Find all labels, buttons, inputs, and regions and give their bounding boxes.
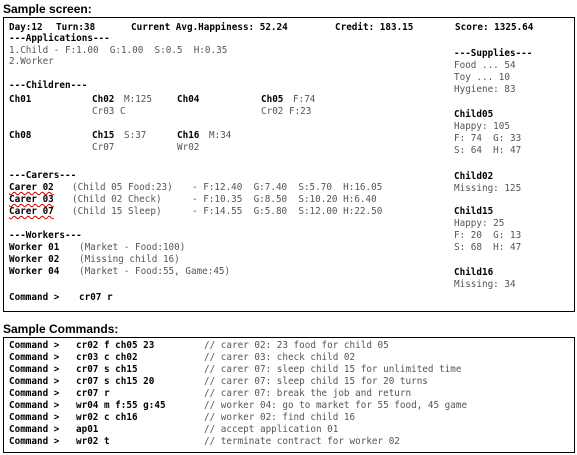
command-example-cmd[interactable]: cr07 r	[76, 388, 110, 399]
command-example-desc: // accept application 01	[204, 424, 339, 435]
carer-stats: - F:12.40 G:7.40 S:5.70 H:16.05	[192, 182, 383, 193]
command-example-desc: // carer 07: break the job and return	[204, 388, 412, 399]
side-child-line: S: 64 H: 47	[454, 145, 522, 156]
worker-task: (Market - Food:55, Game:45)	[79, 266, 231, 277]
side-child-id[interactable]: Child05	[454, 109, 493, 120]
turn-label: Turn:38	[56, 22, 96, 33]
command-example-cmd[interactable]: cr02 f ch05 23	[76, 340, 154, 351]
supply-hygiene: Hygiene: 83	[454, 84, 516, 95]
day-label: Day:12	[9, 22, 43, 33]
sample-screen-panel: Day:12 Turn:38 Current Avg.Happiness: 52…	[3, 17, 575, 312]
sample-screen-heading: Sample screen:	[3, 2, 92, 16]
score-label: Score: 1325.64	[455, 22, 534, 33]
child-stat: F:74	[293, 94, 316, 105]
child-assignment: Cr02 F:23	[261, 106, 312, 117]
side-child-line: S: 68 H: 47	[454, 242, 522, 253]
child-assignment: Wr02	[177, 142, 200, 153]
command-example-desc: // carer 07: sleep child 15 for 20 turns	[204, 376, 428, 387]
carer-stats: - F:14.55 G:5.80 S:12.00 H:22.50	[192, 206, 383, 217]
application-row[interactable]: 1.Child - F:1.00 G:1.00 S:0.5 H:0.35	[9, 45, 227, 56]
workers-header: ---Workers---	[9, 230, 82, 241]
side-child-line: F: 74 G: 33	[454, 133, 522, 144]
child-id[interactable]: Ch05	[261, 94, 283, 105]
command-example-cmd[interactable]: cr07 s ch15 20	[76, 376, 154, 387]
avg-happiness-label: Current Avg.Happiness: 52.24	[131, 22, 288, 33]
supply-food: Food ... 54	[454, 60, 516, 71]
command-example-desc: // carer 07: sleep child 15 for unlimite…	[204, 364, 462, 375]
side-child-id[interactable]: Child15	[454, 206, 493, 217]
child-assignment: Cr07	[92, 142, 115, 153]
side-child-line: Missing: 34	[454, 279, 516, 290]
applications-header: ---Applications---	[9, 33, 110, 44]
side-child-line: F: 20 G: 13	[454, 230, 522, 241]
worker-name[interactable]: Worker 01	[9, 242, 59, 253]
command-example-cmd[interactable]: wr02 t	[76, 436, 110, 447]
carer-task: (Child 15 Sleep)	[72, 206, 162, 217]
credit-label: Credit: 183.15	[335, 22, 414, 33]
command-example-desc: // terminate contract for worker 02	[204, 436, 400, 447]
child-id[interactable]: Ch04	[177, 94, 199, 105]
command-example-desc: // carer 02: 23 food for child 05	[204, 340, 389, 351]
supplies-header: ---Supplies---	[454, 48, 533, 59]
carer-name[interactable]: Carer 03	[9, 194, 54, 205]
carer-stats: - F:10.35 G:8.50 S:10.20 H:6.40	[192, 194, 377, 205]
carer-name[interactable]: Carer 02	[9, 182, 54, 193]
carer-task: (Child 02 Check)	[72, 194, 162, 205]
worker-name[interactable]: Worker 02	[9, 254, 59, 265]
command-example: Command >	[9, 376, 60, 387]
command-example: Command >	[9, 364, 60, 375]
worker-task: (Missing child 16)	[79, 254, 180, 265]
command-example: Command >	[9, 436, 60, 447]
child-stat: S:37	[124, 130, 147, 141]
command-prompt-label: Command >	[9, 292, 60, 303]
side-child-line: Happy: 105	[454, 121, 510, 132]
side-child-line: Missing: 125	[454, 183, 522, 194]
carers-header: ---Carers---	[9, 170, 77, 181]
worker-task: (Market - Food:100)	[79, 242, 186, 253]
child-assignment: Cr03 C	[92, 106, 126, 117]
carer-name[interactable]: Carer 07	[9, 206, 54, 217]
child-id[interactable]: Ch01	[9, 94, 31, 105]
child-stat: M:34	[209, 130, 232, 141]
command-example-cmd[interactable]: wr04 m f:55 g:45	[76, 400, 166, 411]
sample-commands-panel: Command > cr02 f ch05 23 // carer 02: 23…	[3, 337, 575, 453]
application-row[interactable]: 2.Worker	[9, 56, 54, 67]
command-example-desc: // worker 04: go to market for 55 food, …	[204, 400, 468, 411]
command-example-cmd[interactable]: ap01	[76, 424, 98, 435]
command-example: Command >	[9, 412, 60, 423]
command-example: Command >	[9, 388, 60, 399]
child-id[interactable]: Ch08	[9, 130, 31, 141]
command-example-cmd[interactable]: wr02 c ch16	[76, 412, 138, 423]
carer-task: (Child 05 Food:23)	[72, 182, 173, 193]
command-example-cmd[interactable]: cr03 c ch02	[76, 352, 138, 363]
command-example-desc: // worker 02: find child 16	[204, 412, 356, 423]
child-id[interactable]: Ch02	[92, 94, 114, 105]
child-id[interactable]: Ch16	[177, 130, 199, 141]
command-example: Command >	[9, 340, 60, 351]
supply-toy: Toy ... 10	[454, 72, 510, 83]
side-child-id[interactable]: Child16	[454, 267, 493, 278]
command-example: Command >	[9, 424, 60, 435]
command-example: Command >	[9, 352, 60, 363]
sample-commands-heading: Sample Commands:	[3, 322, 119, 336]
worker-name[interactable]: Worker 04	[9, 266, 59, 277]
command-input[interactable]: cr07 r	[79, 292, 113, 303]
command-example-desc: // carer 03: check child 02	[204, 352, 356, 363]
children-header: ---Children---	[9, 80, 88, 91]
command-example: Command >	[9, 400, 60, 411]
side-child-id[interactable]: Child02	[454, 171, 493, 182]
side-child-line: Happy: 25	[454, 218, 505, 229]
child-stat: M:125	[124, 94, 152, 105]
command-example-cmd[interactable]: cr07 s ch15	[76, 364, 138, 375]
child-id[interactable]: Ch15	[92, 130, 114, 141]
